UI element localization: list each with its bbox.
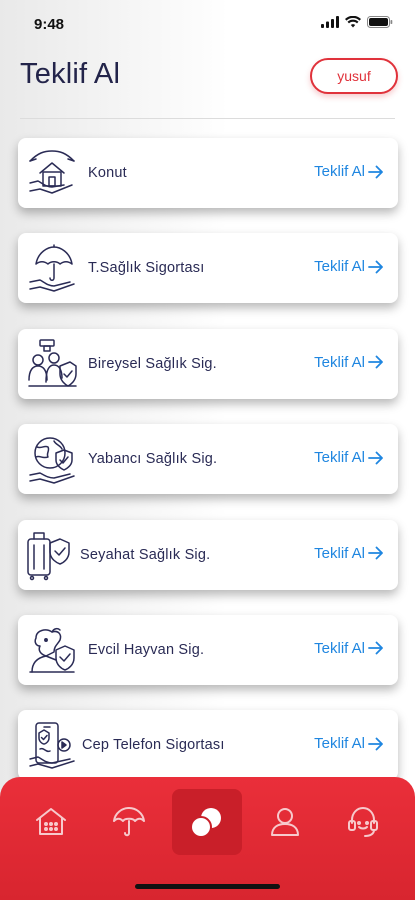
wifi-icon [345,16,361,28]
arrow-right-icon [368,355,383,369]
get-quote-label: Teklif Al [314,639,365,657]
house-hands-icon [26,147,78,199]
globe-shield-icon [26,433,78,485]
status-bar: 9:48 [0,0,415,46]
get-quote-label: Teklif Al [314,449,365,467]
product-label: Konut [88,165,127,181]
arrow-right-icon [368,642,383,655]
phone-shield-icon [26,719,78,771]
tab-products[interactable] [172,789,242,855]
page-title: Teklif Al [20,58,121,90]
user-button[interactable]: yusuf [310,58,398,94]
get-quote-link[interactable]: Teklif Al [314,449,384,466]
get-quote-link[interactable]: Teklif Al [314,640,384,657]
product-list: Konut Teklif Al T.Sağlık Sigortası Tekli… [18,138,398,781]
get-quote-label: Teklif Al [314,353,365,371]
battery-icon [367,16,393,28]
get-quote-link[interactable]: Teklif Al [314,735,384,752]
product-card-konut[interactable]: Konut Teklif Al [18,138,398,208]
get-quote-label: Teklif Al [314,258,365,276]
umbrella-icon [113,807,145,837]
support-icon [348,807,378,837]
tab-profile[interactable] [250,789,320,855]
product-label: Cep Telefon Sigortası [82,737,225,754]
get-quote-label: Teklif Al [314,735,365,753]
product-label: Yabancı Sağlık Sig. [88,451,218,468]
profile-icon [271,808,299,836]
get-quote-link[interactable]: Teklif Al [314,545,384,562]
product-card-yabanci-saglik[interactable]: Yabancı Sağlık Sig. Teklif Al [18,424,398,495]
product-label: Evcil Hayvan Sig. [88,641,205,658]
arrow-right-icon [368,451,383,465]
home-icon [36,808,66,835]
product-card-evcil-hayvan[interactable]: Evcil Hayvan Sig. Teklif Al [18,614,398,685]
tab-home[interactable] [16,789,86,855]
product-label: T.Sağlık Sigortası [88,260,205,277]
get-quote-link[interactable]: Teklif Al [314,163,384,180]
bottom-tab-bar [0,777,415,900]
header-divider [20,118,395,119]
signal-icon [321,16,339,28]
pet-shield-icon [26,624,78,676]
get-quote-label: Teklif Al [314,544,365,562]
home-indicator [135,884,280,889]
status-icons [321,16,393,28]
status-time: 9:48 [34,16,65,33]
product-card-seyahat-saglik[interactable]: Seyahat Sağlık Sig. Teklif Al [18,519,398,590]
family-shield-icon [26,338,78,390]
arrow-right-icon [368,737,383,751]
tab-support[interactable] [328,789,398,855]
product-label: Seyahat Sağlık Sig. [80,546,211,563]
get-quote-label: Teklif Al [314,163,365,180]
header: Teklif Al yusuf [0,56,415,116]
umbrella-hand-icon [26,242,78,294]
arrow-right-icon [368,260,383,274]
arrow-right-icon [368,546,383,560]
get-quote-link[interactable]: Teklif Al [314,258,384,275]
get-quote-link[interactable]: Teklif Al [314,354,384,371]
product-label: Bireysel Sağlık Sig. [88,355,217,372]
product-card-bireysel-saglik[interactable]: Bireysel Sağlık Sig. Teklif Al [18,328,398,399]
product-card-cep-telefon[interactable]: Cep Telefon Sigortası Teklif Al [18,710,398,781]
product-card-tamamlayici-saglik[interactable]: T.Sağlık Sigortası Teklif Al [18,233,398,304]
tab-insurance[interactable] [94,789,164,855]
products-icon [190,808,221,838]
luggage-shield-icon [20,529,72,581]
arrow-right-icon [368,165,383,178]
